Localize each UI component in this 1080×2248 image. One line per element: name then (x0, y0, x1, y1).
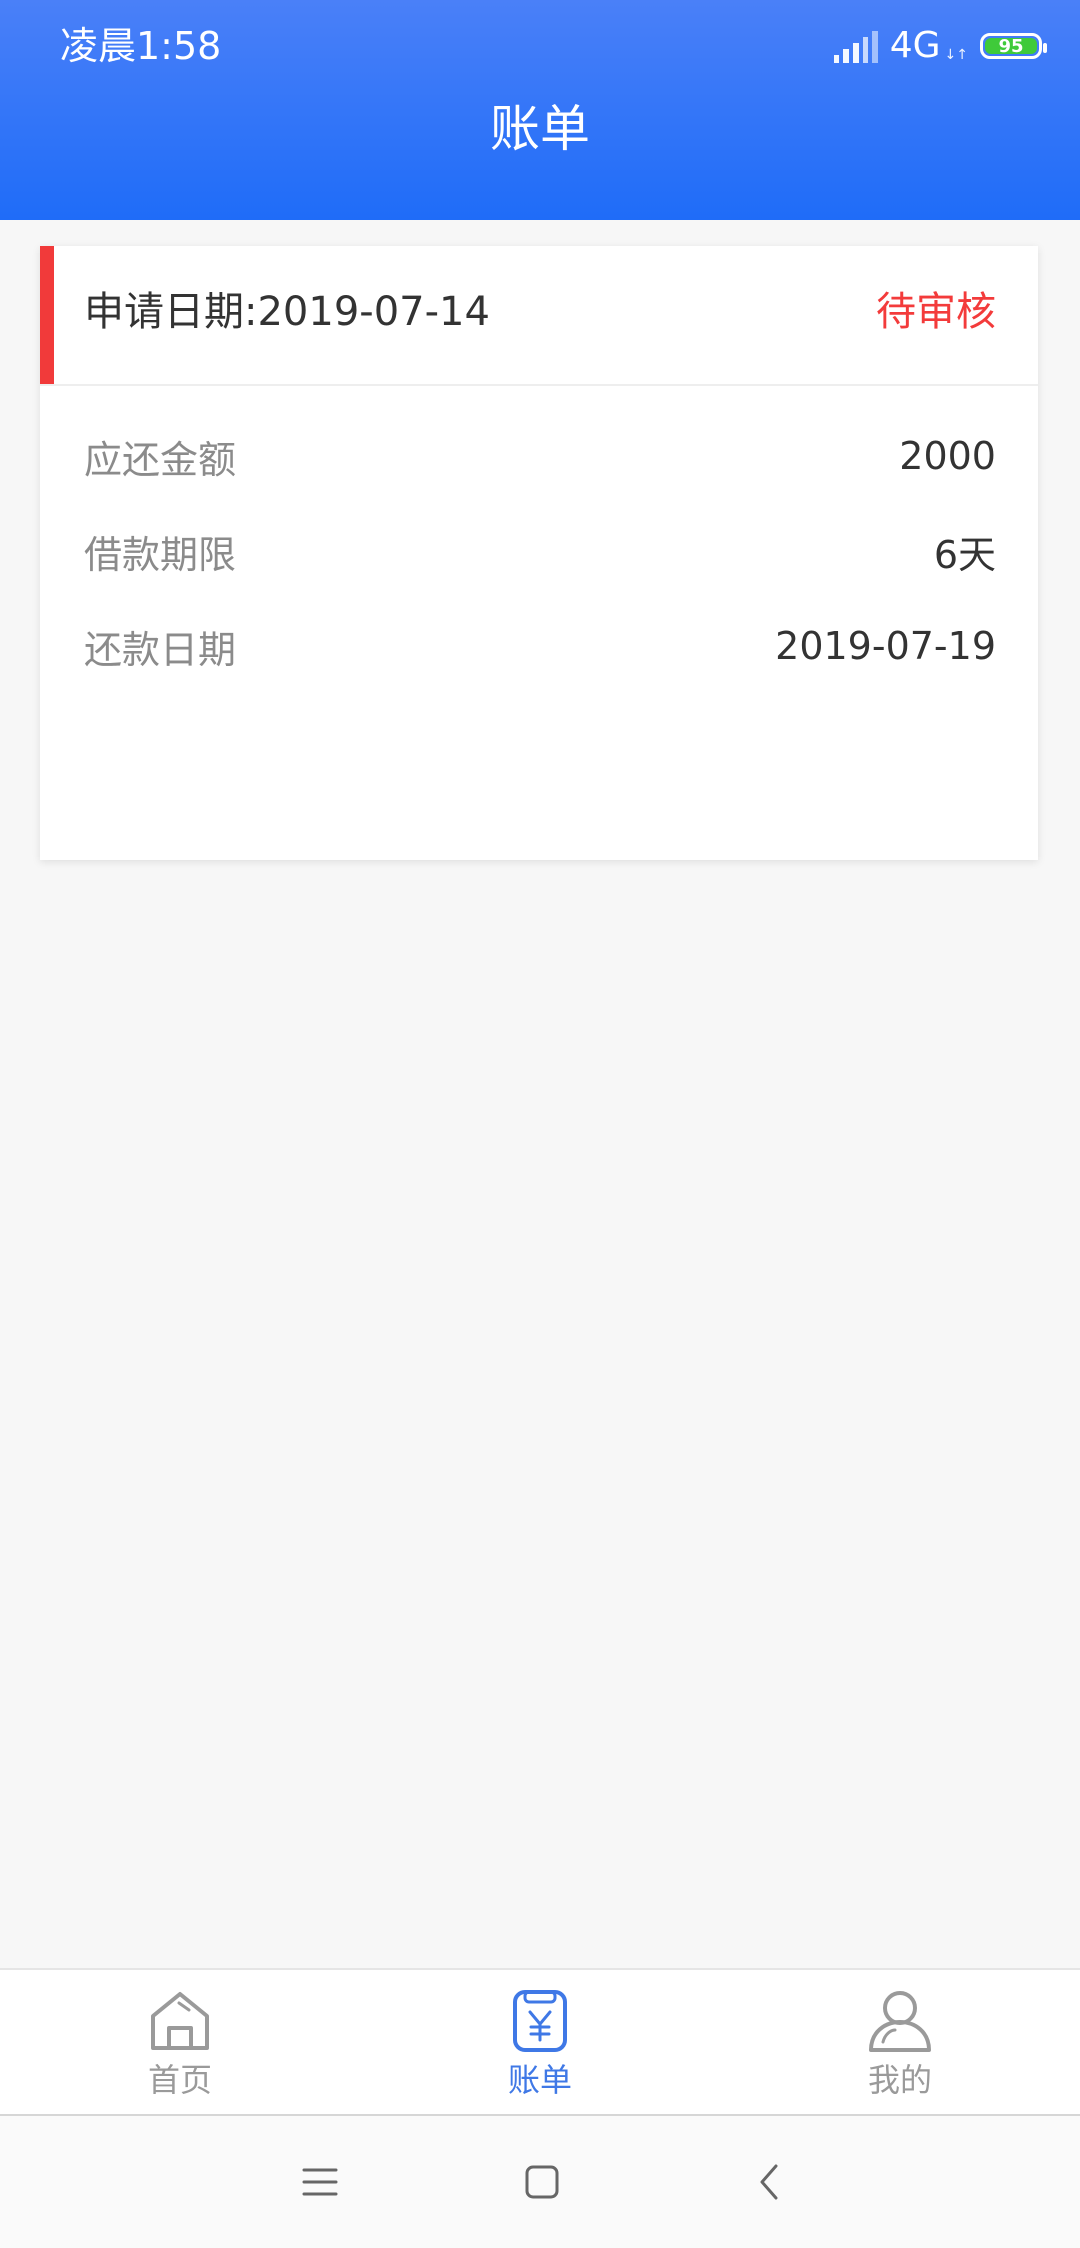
back-icon[interactable] (740, 2152, 800, 2212)
home-square-icon[interactable] (512, 2152, 572, 2212)
apply-date: 申请日期:2019-07-14 (84, 289, 490, 335)
bill-card-header: 申请日期:2019-07-14 待审核 (40, 246, 1038, 386)
battery-level: 95 (998, 36, 1024, 57)
page-title: 账单 (490, 100, 590, 158)
status-time: 凌晨1:58 (60, 24, 222, 68)
battery-icon: 95 (980, 33, 1047, 59)
app-header: 凌晨1:58 4G ↓↑ 95 账单 (0, 0, 1080, 220)
bill-icon (513, 1990, 567, 2052)
tab-label: 账单 (507, 2061, 572, 2099)
signal-icon (833, 29, 878, 63)
detail-value: 2019-07-19 (775, 624, 996, 668)
tab-bill[interactable]: 账单 (360, 1970, 720, 2114)
detail-label: 还款日期 (84, 627, 237, 672)
user-icon (869, 1991, 931, 2052)
bill-card[interactable]: 申请日期:2019-07-14 待审核 应还金额 2000 借款期限 6天 还款… (40, 246, 1038, 860)
menu-icon[interactable] (290, 2152, 350, 2212)
detail-row-due-date: 还款日期 2019-07-19 (84, 616, 996, 676)
system-navigation-bar (0, 2116, 1080, 2248)
detail-value: 6天 (933, 532, 996, 577)
home-icon (151, 1992, 209, 2050)
tab-home[interactable]: 首页 (0, 1970, 360, 2114)
detail-row-amount: 应还金额 2000 (84, 426, 996, 486)
bottom-tab-bar: 首页 账单 我的 (0, 1968, 1080, 2116)
status-indicators: 4G ↓↑ 95 (833, 22, 1047, 70)
detail-row-term: 借款期限 6天 (84, 521, 996, 581)
detail-label: 借款期限 (84, 532, 237, 577)
network-type: 4G (889, 25, 941, 66)
status-badge: 待审核 (876, 289, 996, 335)
status-accent-bar (40, 246, 54, 384)
detail-value: 2000 (899, 434, 996, 478)
tab-mine[interactable]: 我的 (720, 1970, 1080, 2114)
tab-label: 我的 (867, 2061, 932, 2099)
network-activity-icon: ↓↑ (944, 47, 968, 63)
detail-label: 应还金额 (84, 437, 237, 482)
tab-label: 首页 (147, 2061, 212, 2099)
